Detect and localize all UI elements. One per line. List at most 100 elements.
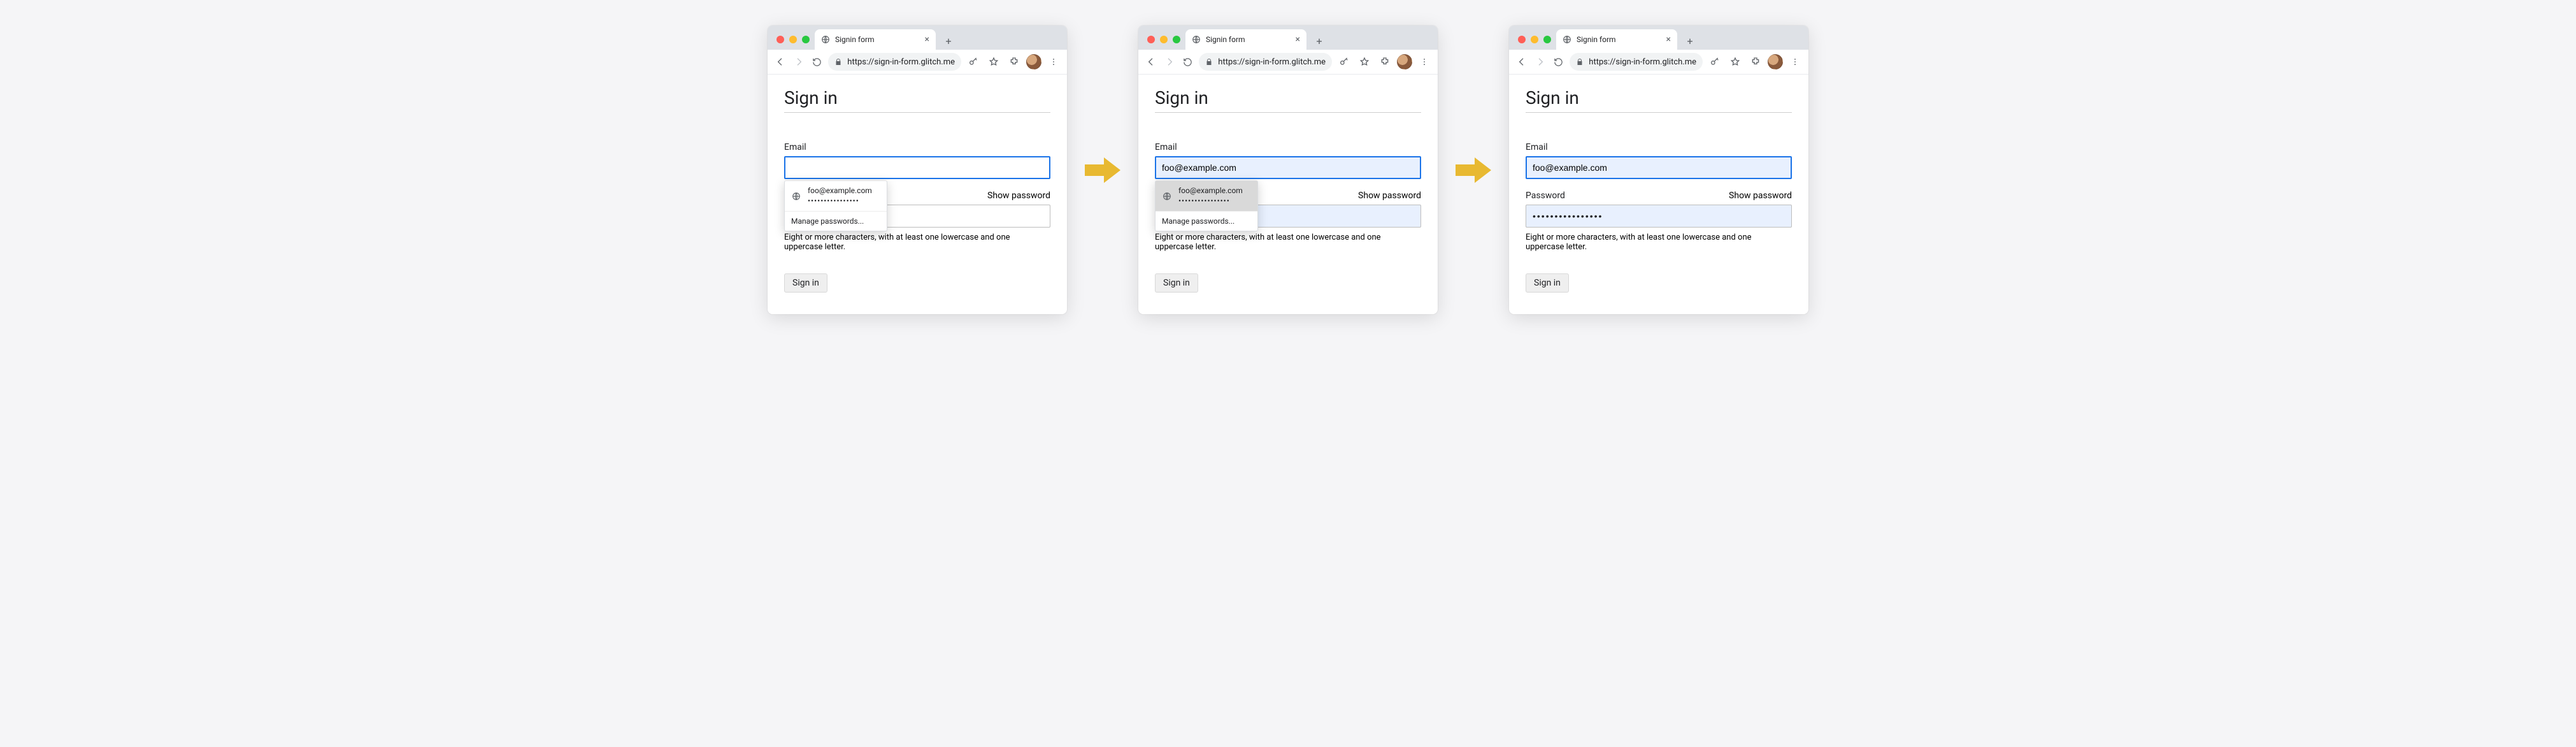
maximize-window-button[interactable] [802, 36, 810, 43]
tab-strip: Signin form × + [1138, 25, 1438, 50]
toolbar: https://sign-in-form.glitch.me [1509, 50, 1808, 75]
globe-icon [1162, 191, 1172, 201]
key-icon[interactable] [1336, 54, 1352, 70]
autofill-email: foo@example.com [808, 186, 872, 196]
close-window-button[interactable] [1147, 36, 1155, 43]
new-tab-button[interactable]: + [940, 32, 957, 50]
address-bar[interactable]: https://sign-in-form.glitch.me [1199, 53, 1332, 71]
email-field-row: foo@example.com •••••••••••••••• Manage … [1155, 156, 1421, 179]
autofill-password-mask: •••••••••••••••• [808, 196, 872, 207]
new-tab-button[interactable]: + [1310, 32, 1328, 50]
reload-button[interactable] [1551, 54, 1566, 70]
maximize-window-button[interactable] [1173, 36, 1180, 43]
page-heading: Sign in [1526, 87, 1792, 108]
password-label: Password [1526, 191, 1565, 201]
star-icon[interactable] [1356, 54, 1373, 70]
window-controls [773, 36, 815, 50]
password-input[interactable]: •••••••••••••••• [1526, 205, 1792, 228]
email-label: Email [784, 142, 1050, 152]
extensions-icon[interactable] [1377, 54, 1393, 70]
close-tab-icon[interactable]: × [1666, 35, 1671, 44]
reload-button[interactable] [810, 54, 824, 70]
signin-button[interactable]: Sign in [1526, 273, 1569, 293]
page-content: Sign in Email foo@example.com ••••••••••… [1138, 75, 1438, 314]
profile-avatar[interactable] [1397, 54, 1412, 69]
browser-window-2: Signin form × + https://sign-in-form.gli… [1138, 25, 1438, 314]
key-icon[interactable] [1707, 54, 1723, 70]
window-controls [1514, 36, 1556, 50]
browser-tab[interactable]: Signin form × [1185, 29, 1306, 50]
email-input[interactable] [1526, 156, 1792, 179]
autofill-email: foo@example.com [1178, 186, 1243, 196]
signin-button[interactable]: Sign in [784, 273, 827, 293]
new-tab-button[interactable]: + [1681, 32, 1699, 50]
forward-button[interactable] [791, 54, 806, 70]
toolbar: https://sign-in-form.glitch.me [1138, 50, 1438, 75]
url-text: https://sign-in-form.glitch.me [1218, 57, 1326, 67]
close-tab-icon[interactable]: × [1296, 35, 1300, 44]
email-input[interactable] [784, 156, 1050, 179]
tab-title: Signin form [1206, 35, 1291, 44]
page-heading: Sign in [1155, 87, 1421, 108]
heading-divider [1155, 112, 1421, 113]
tab-strip: Signin form × + [1509, 25, 1808, 50]
extensions-icon[interactable] [1747, 54, 1764, 70]
minimize-window-button[interactable] [1531, 36, 1538, 43]
email-label: Email [1155, 142, 1421, 152]
manage-passwords[interactable]: Manage passwords... [785, 212, 887, 231]
autofill-popup: foo@example.com •••••••••••••••• Manage … [1155, 180, 1258, 231]
arrow-icon [1085, 157, 1120, 183]
heading-divider [1526, 112, 1792, 113]
autofill-suggestion[interactable]: foo@example.com •••••••••••••••• [1156, 181, 1257, 211]
email-input[interactable] [1155, 156, 1421, 179]
page-heading: Sign in [784, 87, 1050, 108]
address-bar[interactable]: https://sign-in-form.glitch.me [1570, 53, 1703, 71]
lock-icon [834, 58, 842, 66]
reload-button[interactable] [1180, 54, 1195, 70]
back-button[interactable] [773, 54, 787, 70]
heading-divider [784, 112, 1050, 113]
show-password-toggle[interactable]: Show password [1729, 191, 1792, 201]
page-content: Sign in Email Password Show password •••… [1509, 75, 1808, 314]
profile-avatar[interactable] [1026, 54, 1041, 69]
browser-window-3: Signin form × + https://sign-in-form.gli… [1509, 25, 1808, 314]
browser-window-1: Signin form × + https://sign-in-form.gli… [768, 25, 1067, 314]
maximize-window-button[interactable] [1543, 36, 1551, 43]
email-field-row: foo@example.com •••••••••••••••• Manage … [784, 156, 1050, 179]
toolbar: https://sign-in-form.glitch.me [768, 50, 1067, 75]
profile-avatar[interactable] [1768, 54, 1783, 69]
menu-icon[interactable] [1045, 54, 1062, 70]
arrow-icon [1456, 157, 1491, 183]
extensions-icon[interactable] [1006, 54, 1022, 70]
back-button[interactable] [1514, 54, 1529, 70]
tab-title: Signin form [1577, 35, 1661, 44]
manage-passwords[interactable]: Manage passwords... [1156, 212, 1257, 231]
address-bar[interactable]: https://sign-in-form.glitch.me [828, 53, 961, 71]
minimize-window-button[interactable] [789, 36, 797, 43]
globe-icon [821, 35, 830, 44]
close-window-button[interactable] [776, 36, 784, 43]
window-controls [1143, 36, 1185, 50]
key-icon[interactable] [965, 54, 982, 70]
browser-tab[interactable]: Signin form × [1556, 29, 1677, 50]
menu-icon[interactable] [1787, 54, 1803, 70]
autofill-suggestion[interactable]: foo@example.com •••••••••••••••• [785, 181, 887, 211]
browser-tab[interactable]: Signin form × [815, 29, 936, 50]
close-tab-icon[interactable]: × [925, 35, 929, 44]
forward-button[interactable] [1533, 54, 1547, 70]
minimize-window-button[interactable] [1160, 36, 1168, 43]
lock-icon [1205, 58, 1213, 66]
back-button[interactable] [1143, 54, 1158, 70]
star-icon[interactable] [1727, 54, 1743, 70]
menu-icon[interactable] [1416, 54, 1433, 70]
url-text: https://sign-in-form.glitch.me [847, 57, 955, 67]
email-label: Email [1526, 142, 1792, 152]
autofill-password-mask: •••••••••••••••• [1178, 196, 1243, 207]
show-password-toggle[interactable]: Show password [987, 191, 1050, 201]
close-window-button[interactable] [1518, 36, 1526, 43]
forward-button[interactable] [1162, 54, 1177, 70]
show-password-toggle[interactable]: Show password [1358, 191, 1421, 201]
signin-button[interactable]: Sign in [1155, 273, 1198, 293]
globe-icon [1563, 35, 1571, 44]
star-icon[interactable] [985, 54, 1002, 70]
